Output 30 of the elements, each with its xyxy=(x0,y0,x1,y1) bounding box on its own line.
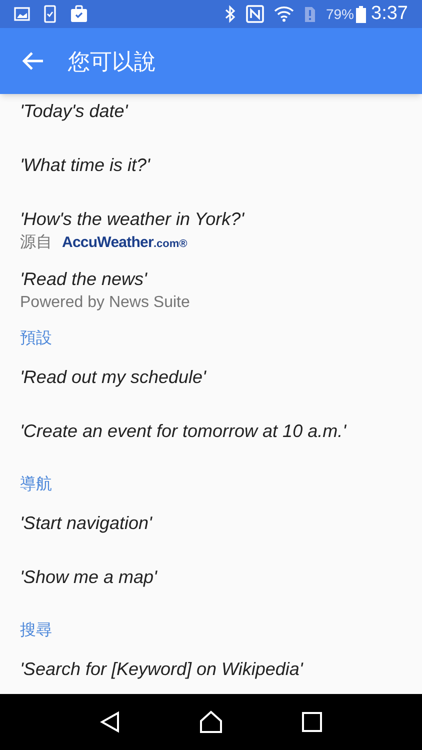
image-icon xyxy=(14,7,30,21)
battery-percent: 79% xyxy=(326,4,354,24)
recent-apps-icon[interactable] xyxy=(302,712,322,732)
voice-command: 'Create an event for tomorrow at 10 a.m.' xyxy=(20,420,346,443)
bluetooth-icon xyxy=(224,5,236,23)
subtitle: Powered by News Suite xyxy=(20,293,190,313)
voice-command: 'How's the weather in York?' xyxy=(20,208,244,231)
screen-title: 您可以說 xyxy=(68,48,156,76)
sim-alert-icon xyxy=(304,6,316,22)
section-header: 預設 xyxy=(20,330,52,347)
phone-check-icon xyxy=(44,5,56,23)
back-icon[interactable] xyxy=(100,711,120,733)
voice-command: 'Read the news' xyxy=(20,268,147,291)
voice-command: 'What time is it?' xyxy=(20,154,150,177)
clock: 3:37 xyxy=(371,2,408,26)
weather-logo: AccuWeather.com® xyxy=(62,232,188,253)
wifi-icon xyxy=(274,6,294,22)
voice-command: 'Start navigation' xyxy=(20,512,152,535)
section-header: 導航 xyxy=(20,476,52,493)
voice-command: 'Search for [Keyword] on Wikipedia' xyxy=(20,658,303,681)
voice-command: 'Today's date' xyxy=(20,100,128,123)
back-arrow-icon xyxy=(22,51,44,71)
source-label: 源自 xyxy=(20,233,52,253)
clipboard-check-icon xyxy=(70,5,88,23)
voice-command: 'Show me a map' xyxy=(20,566,157,589)
home-icon[interactable] xyxy=(198,710,223,734)
section-header: 搜尋 xyxy=(20,622,52,639)
battery-icon xyxy=(356,6,366,22)
nfc-icon xyxy=(246,5,264,23)
voice-command: 'Read out my schedule' xyxy=(20,366,206,389)
